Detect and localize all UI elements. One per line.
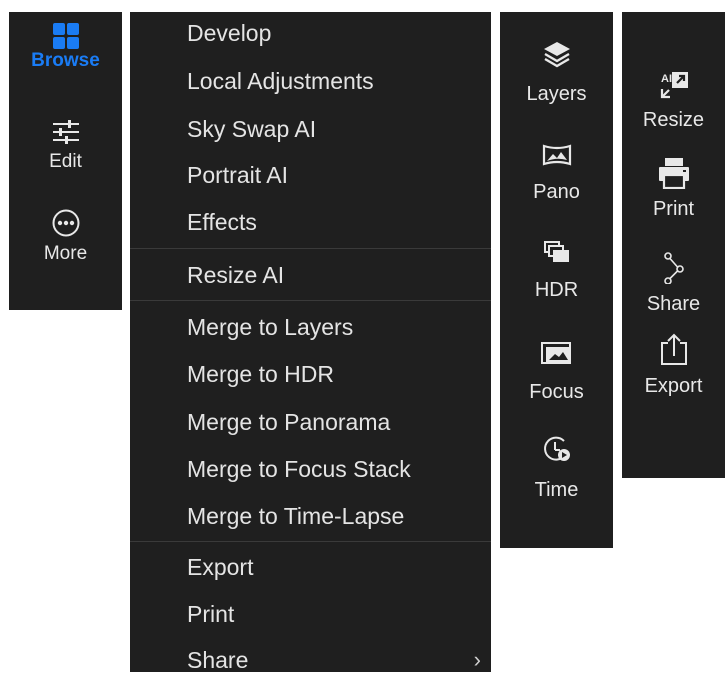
menu-item-label: Portrait AI (187, 162, 288, 188)
menu-item-merge-to-time-lapse[interactable]: Merge to Time-Lapse (130, 496, 491, 536)
menu-item-label: Develop (187, 20, 272, 46)
layers-icon (500, 40, 613, 68)
menu-item-label: Local Adjustments (187, 68, 374, 94)
menu-item-portrait-ai[interactable]: Portrait AI (130, 155, 491, 195)
menu-item-sky-swap-ai[interactable]: Sky Swap AI (130, 109, 491, 149)
nav-item-more[interactable]: More (9, 208, 122, 265)
time-lapse-icon (500, 434, 613, 464)
extras-toolbar: AI Resize Print Share Export (622, 12, 725, 478)
menu-item-merge-to-panorama[interactable]: Merge to Panorama (130, 402, 491, 442)
tool-label: Pano (533, 181, 580, 203)
module-nav-panel: Browse Edit More (9, 12, 122, 310)
export-icon (622, 332, 725, 366)
menu-item-print[interactable]: Print (130, 594, 491, 634)
tool-label: Time (534, 479, 579, 501)
menu-item-resize-ai[interactable]: Resize AI (130, 255, 491, 295)
tool-pano[interactable]: Pano (500, 144, 613, 204)
menu-item-merge-to-layers[interactable]: Merge to Layers (130, 307, 491, 347)
tool-label: Export (644, 375, 703, 397)
tool-time[interactable]: Time (500, 434, 613, 502)
nav-item-browse[interactable]: Browse (9, 22, 122, 72)
tool-label: Print (652, 198, 695, 220)
menu-item-label: Sky Swap AI (187, 116, 317, 142)
menu-item-label: Merge to HDR (187, 361, 334, 387)
menu-separator (130, 300, 491, 301)
tool-label: Focus (529, 381, 584, 403)
tool-share[interactable]: Share (622, 252, 725, 316)
menu-item-export[interactable]: Export (130, 547, 491, 587)
resize-ai-icon: AI (622, 70, 725, 100)
share-icon (622, 252, 725, 284)
focus-icon (500, 342, 613, 366)
chevron-right-icon: › (473, 647, 481, 672)
hdr-icon (500, 240, 613, 264)
tool-print[interactable]: Print (622, 157, 725, 221)
svg-text:AI: AI (661, 73, 672, 85)
menu-item-label: Export (187, 554, 254, 580)
more-icon (9, 208, 122, 238)
menu-item-label: Merge to Focus Stack (187, 456, 411, 482)
tool-label: Layers (526, 83, 587, 105)
merge-toolbar: Layers Pano HDR Focus Time (500, 12, 613, 548)
menu-item-label: Print (187, 601, 235, 627)
menu-item-local-adjustments[interactable]: Local Adjustments (130, 61, 491, 101)
menu-item-label: Merge to Time-Lapse (187, 503, 405, 529)
menu-item-merge-to-focus-stack[interactable]: Merge to Focus Stack (130, 449, 491, 489)
menu-item-label: Merge to Layers (187, 314, 354, 340)
menu-separator (130, 541, 491, 542)
nav-label: More (43, 243, 88, 264)
tool-focus[interactable]: Focus (500, 342, 613, 404)
menu-item-label: Resize AI (187, 262, 285, 288)
sliders-icon (9, 120, 122, 144)
more-menu: Develop Local Adjustments Sky Swap AI Po… (130, 12, 491, 673)
menu-separator (130, 248, 491, 249)
tool-hdr[interactable]: HDR (500, 240, 613, 302)
menu-item-merge-to-hdr[interactable]: Merge to HDR (130, 354, 491, 394)
tool-export[interactable]: Export (622, 332, 725, 398)
menu-item-label: Effects (187, 209, 257, 235)
menu-item-label: Share (187, 647, 249, 673)
menu-item-share[interactable]: Share › (130, 640, 491, 680)
nav-label: Edit (49, 151, 82, 172)
menu-item-effects[interactable]: Effects (130, 202, 491, 242)
nav-item-edit[interactable]: Edit (9, 120, 122, 173)
printer-icon (622, 157, 725, 189)
tool-resize[interactable]: AI Resize (622, 70, 725, 132)
grid-icon (9, 22, 122, 50)
tool-layers[interactable]: Layers (500, 40, 613, 106)
tool-label: HDR (534, 279, 579, 301)
panorama-icon (500, 144, 613, 166)
tool-label: Resize (642, 109, 705, 131)
menu-item-label: Merge to Panorama (187, 409, 391, 435)
tool-label: Share (646, 293, 701, 315)
nav-label: Browse (31, 50, 100, 71)
menu-item-develop[interactable]: Develop (130, 13, 491, 53)
